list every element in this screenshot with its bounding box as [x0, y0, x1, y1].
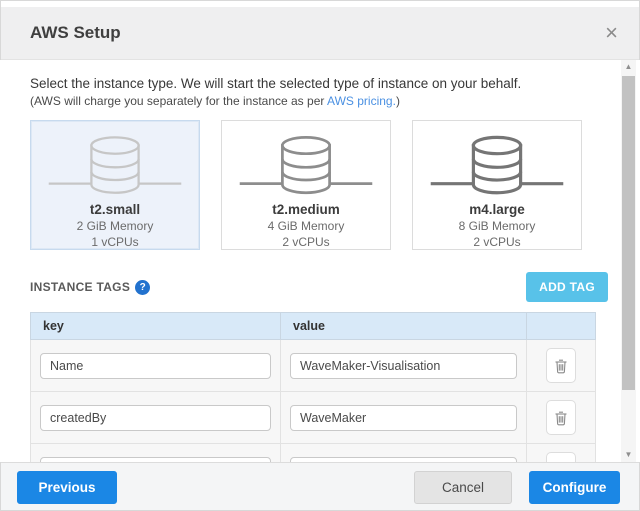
cancel-button[interactable]: Cancel	[414, 471, 512, 504]
help-icon[interactable]: ?	[135, 280, 150, 295]
previous-button[interactable]: Previous	[17, 471, 117, 504]
instance-name: m4.large	[469, 202, 525, 217]
column-header-key: key	[31, 313, 281, 340]
intro-text: Select the instance type. We will start …	[30, 76, 595, 91]
instance-card-m4-large[interactable]: m4.large 8 GiB Memory 2 vCPUs	[412, 120, 582, 250]
scroll-down-icon[interactable]: ▼	[621, 450, 636, 459]
instance-card-t2-medium[interactable]: t2.medium 4 GiB Memory 2 vCPUs	[221, 120, 391, 250]
column-header-actions	[527, 313, 596, 340]
instance-tags-table: key value	[30, 312, 596, 462]
delete-tag-button[interactable]	[546, 348, 576, 383]
table-row	[31, 340, 596, 392]
tag-key-input[interactable]	[40, 353, 271, 379]
aws-pricing-link[interactable]: AWS pricing.	[327, 94, 396, 108]
dialog-body: Select the instance type. We will start …	[0, 60, 640, 462]
tag-key-input[interactable]	[40, 457, 271, 463]
scrollbar-thumb[interactable]	[622, 76, 635, 390]
table-row	[31, 444, 596, 463]
add-tag-button[interactable]: ADD TAG	[526, 272, 608, 302]
tag-value-input[interactable]	[290, 353, 517, 379]
instance-vcpus: 2 vCPUs	[473, 235, 520, 249]
instance-type-cards: t2.small 2 GiB Memory 1 vCPUs t2.medium …	[30, 120, 595, 250]
pricing-note-prefix: (AWS will charge you separately for the …	[30, 94, 327, 108]
aws-setup-dialog: AWS Setup × Select the instance type. We…	[0, 0, 640, 511]
instance-card-t2-small[interactable]: t2.small 2 GiB Memory 1 vCPUs	[30, 120, 200, 250]
instance-tags-bar: INSTANCE TAGS ? ADD TAG	[30, 272, 595, 302]
database-icon	[231, 131, 381, 200]
dialog-header: AWS Setup ×	[0, 7, 640, 60]
vertical-scrollbar[interactable]: ▲ ▼	[621, 60, 636, 462]
trash-icon	[554, 462, 568, 463]
tag-key-input[interactable]	[40, 405, 271, 431]
pricing-note-suffix: )	[396, 94, 400, 108]
delete-tag-button[interactable]	[546, 400, 576, 435]
instance-vcpus: 1 vCPUs	[91, 235, 138, 249]
trash-icon	[554, 358, 568, 374]
table-row	[31, 392, 596, 444]
instance-memory: 4 GiB Memory	[268, 219, 345, 233]
dialog-title: AWS Setup	[30, 23, 121, 43]
tag-value-input[interactable]	[290, 457, 517, 463]
instance-vcpus: 2 vCPUs	[282, 235, 329, 249]
database-icon	[40, 131, 190, 200]
instance-name: t2.medium	[272, 202, 340, 217]
tag-value-input[interactable]	[290, 405, 517, 431]
table-header-row: key value	[31, 313, 596, 340]
instance-tags-label: INSTANCE TAGS	[30, 280, 130, 294]
configure-button[interactable]: Configure	[529, 471, 620, 504]
pricing-note: (AWS will charge you separately for the …	[30, 94, 595, 108]
instance-memory: 8 GiB Memory	[459, 219, 536, 233]
database-icon	[422, 131, 572, 200]
column-header-value: value	[281, 313, 527, 340]
instance-memory: 2 GiB Memory	[77, 219, 154, 233]
trash-icon	[554, 410, 568, 426]
dialog-footer: Previous Cancel Configure	[0, 462, 640, 511]
instance-name: t2.small	[90, 202, 140, 217]
close-icon[interactable]: ×	[599, 20, 624, 46]
delete-tag-button[interactable]	[546, 452, 576, 462]
scroll-up-icon[interactable]: ▲	[621, 62, 636, 71]
